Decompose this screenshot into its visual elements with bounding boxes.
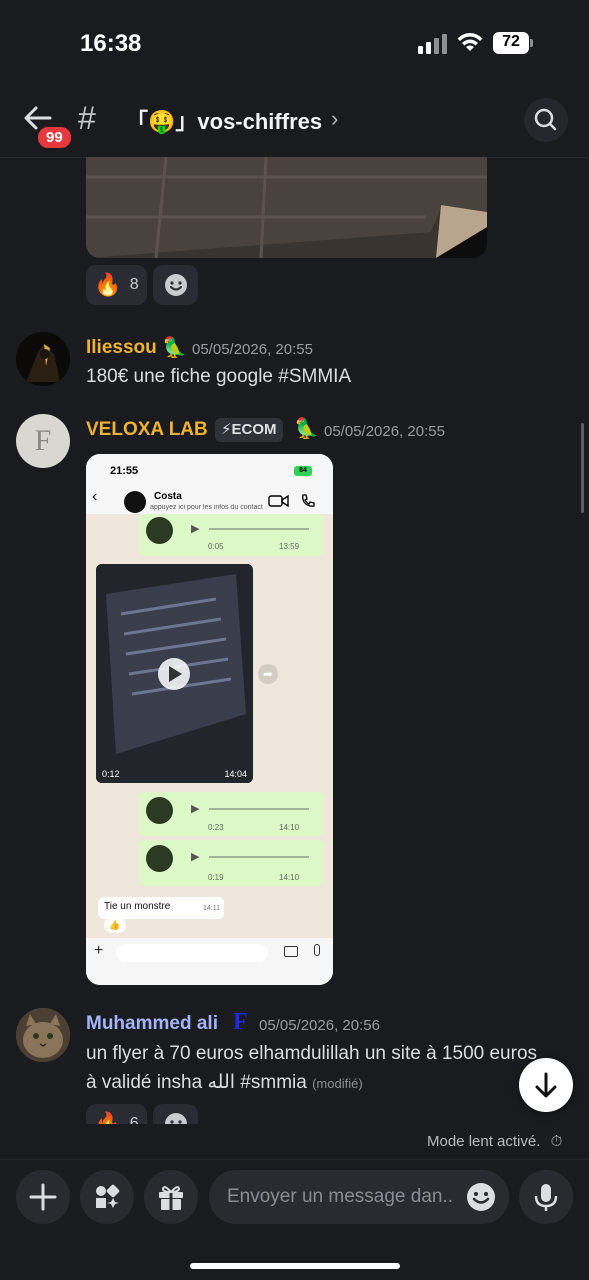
image-attachment[interactable]	[86, 157, 487, 258]
wifi-icon	[457, 33, 483, 51]
message-input-placeholder: Envoyer un message dan..	[227, 1186, 454, 1207]
message-text-line2: à validé insha الله #smmia (modifié)	[86, 1068, 363, 1098]
role-badge-icon: 🦜	[294, 418, 319, 440]
message-author[interactable]: Muhammed ali	[86, 1013, 218, 1035]
voice-time: 14:10	[279, 873, 300, 882]
shot-forward-icon: ➦	[258, 664, 278, 684]
message-text: à validé insha الله #smmia	[86, 1072, 307, 1093]
shot-time: 21:55	[110, 465, 139, 477]
unread-badge: 99	[36, 125, 73, 150]
video-time: 14:04	[224, 769, 247, 779]
jump-to-present-button[interactable]	[519, 1058, 573, 1112]
search-icon	[534, 108, 557, 131]
plus-icon	[29, 1183, 57, 1211]
apps-icon	[96, 1184, 120, 1208]
shot-plus-icon: +	[94, 942, 104, 959]
smiley-icon	[467, 1183, 495, 1211]
shot-voice-message: ▶ 0:23 14:10	[139, 792, 324, 836]
shot-camera-icon	[284, 946, 298, 957]
shot-mic-icon	[314, 944, 320, 956]
stopwatch-icon: ⏱	[550, 1133, 563, 1150]
channel-hash-icon: #	[78, 100, 96, 136]
shot-video-message: 0:12 14:04	[96, 564, 253, 783]
image-attachment[interactable]: 21:55 84 ‹ Costa appuyez ici pour les in…	[86, 454, 333, 985]
role-badge-icon: F	[233, 1009, 248, 1035]
channel-name[interactable]: 「🤑」vos-chiffres	[126, 104, 322, 136]
slow-mode-notice: Mode lent activé. ⏱	[427, 1133, 562, 1150]
video-duration: 0:12	[102, 769, 120, 779]
microphone-icon	[534, 1184, 558, 1211]
message-author[interactable]: VELOXA LAB	[86, 419, 208, 441]
shot-phone-icon	[302, 494, 315, 507]
message-timestamp: 05/05/2026, 20:55	[324, 423, 445, 440]
avatar[interactable]	[16, 332, 70, 386]
scrollbar[interactable]	[581, 423, 584, 513]
message-author[interactable]: Iliessou	[86, 337, 157, 359]
shot-contact-sub: appuyez ici pour les infos du contact	[150, 504, 263, 511]
shot-video-icon	[268, 494, 289, 508]
message-timestamp: 05/05/2026, 20:55	[192, 341, 313, 358]
voice-duration: 0:23	[208, 823, 224, 832]
home-indicator	[190, 1263, 400, 1269]
reaction-count: 8	[129, 276, 139, 293]
shot-input	[116, 944, 268, 962]
message-text: un flyer à 70 euros elhamdulillah un sit…	[86, 1043, 538, 1064]
edited-label: (modifié)	[312, 1076, 363, 1091]
role-tag: ⚡ECOM	[215, 418, 283, 442]
role-badge-icon: 🦜	[162, 337, 187, 359]
shot-text-time: 14:11	[203, 905, 220, 912]
shot-reaction: 👍	[104, 917, 126, 933]
add-reaction-button[interactable]	[153, 1104, 198, 1124]
shot-contact-avatar	[124, 491, 146, 513]
gift-icon	[159, 1186, 183, 1210]
emoji-button[interactable]	[466, 1182, 496, 1217]
battery-level: 72	[502, 33, 520, 50]
fire-emoji: 🔥	[94, 1111, 122, 1124]
add-reaction-button[interactable]	[153, 265, 198, 305]
shot-voice-message: ▶ 0:19 14:10	[139, 840, 324, 886]
voice-time: 13:59	[279, 542, 300, 551]
shot-text: Tie un monstre	[104, 901, 171, 912]
battery-icon: 72	[493, 32, 533, 54]
avatar[interactable]	[16, 1008, 70, 1062]
arrow-down-icon	[535, 1072, 557, 1098]
reaction-fire[interactable]: 🔥 6	[86, 1104, 147, 1124]
shot-voice-message: ▶ 0:05 13:59	[139, 514, 324, 556]
shot-text-message: Tie un monstre 14:11	[98, 897, 224, 919]
status-time: 16:38	[80, 30, 142, 57]
search-button[interactable]	[524, 98, 568, 142]
chevron-right-icon[interactable]: ›	[331, 106, 338, 132]
avatar[interactable]: F	[16, 414, 70, 468]
reaction-fire[interactable]: 🔥 8	[86, 265, 147, 305]
shot-battery: 84	[294, 466, 312, 476]
avatar-letter: F	[34, 424, 52, 457]
gift-button[interactable]	[144, 1170, 198, 1224]
cellular-signal-icon	[418, 34, 447, 54]
composer-divider	[0, 1159, 589, 1160]
voice-duration: 0:05	[208, 542, 224, 551]
voice-time: 14:10	[279, 823, 300, 832]
reaction-count: 6	[129, 1115, 139, 1124]
slow-mode-text: Mode lent activé.	[427, 1133, 541, 1150]
smiley-icon	[164, 274, 187, 296]
fire-emoji: 🔥	[94, 272, 122, 297]
add-attachment-button[interactable]	[16, 1170, 70, 1224]
shot-back-icon: ‹	[92, 488, 98, 505]
smiley-icon	[164, 1113, 187, 1124]
apps-button[interactable]	[80, 1170, 134, 1224]
shot-contact-name: Costa	[154, 491, 182, 502]
voice-message-button[interactable]	[519, 1170, 573, 1224]
message-timestamp: 05/05/2026, 20:56	[259, 1017, 380, 1034]
message-text: 180€ une fiche google #SMMIA	[86, 366, 352, 387]
voice-duration: 0:19	[208, 873, 224, 882]
